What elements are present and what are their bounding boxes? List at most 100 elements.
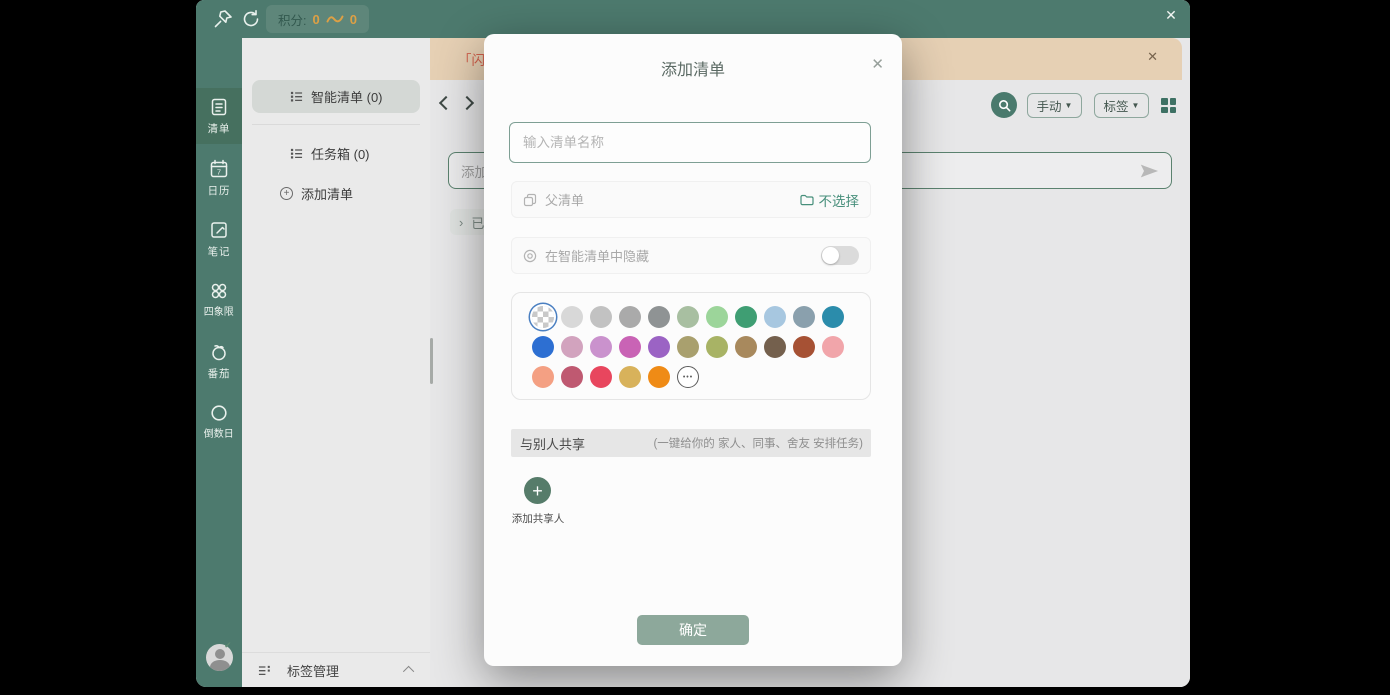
more-colors-button[interactable]: •••: [677, 366, 699, 388]
color-swatch[interactable]: [561, 366, 583, 388]
nav-label: 倒数日: [204, 426, 234, 440]
forward-arrow-button[interactable]: [460, 96, 474, 110]
parent-list-row[interactable]: 父清单 不选择: [511, 181, 871, 218]
confirm-button[interactable]: 确定: [637, 615, 749, 645]
quadrant-icon: [209, 281, 229, 301]
color-swatch[interactable]: [793, 336, 815, 358]
color-swatch[interactable]: [561, 306, 583, 328]
nav-label: 番茄: [208, 365, 231, 380]
folder-icon: [800, 193, 814, 207]
nav-label: 四象限: [204, 304, 234, 318]
color-swatch[interactable]: [793, 306, 815, 328]
sort-mode-label: 手动: [1037, 96, 1062, 115]
back-arrow-button[interactable]: [439, 96, 453, 110]
color-swatch[interactable]: [822, 336, 844, 358]
avatar-check-badge: ✔: [224, 640, 232, 651]
color-swatch[interactable]: [735, 306, 757, 328]
color-swatch[interactable]: [706, 306, 728, 328]
banner-close-button[interactable]: ✕: [1147, 49, 1158, 65]
add-member-button[interactable]: +: [524, 477, 551, 504]
tag-filter-button[interactable]: 标签 ▼: [1094, 93, 1149, 118]
sidebar-item-inbox[interactable]: 任务箱 (0): [252, 137, 420, 170]
sidebar-item-tag-management[interactable]: 标签管理: [242, 652, 430, 687]
trend-icon: [326, 13, 344, 25]
color-swatch[interactable]: [590, 366, 612, 388]
scrollbar-thumb[interactable]: [430, 338, 433, 384]
color-swatch[interactable]: [532, 336, 554, 358]
parent-list-value-text: 不选择: [819, 190, 860, 210]
window-close-button[interactable]: ✕: [1158, 2, 1184, 28]
chevron-down-icon: ▼: [1065, 101, 1073, 110]
search-icon: [997, 98, 1012, 113]
color-swatch[interactable]: [619, 366, 641, 388]
nav-item-calendar[interactable]: 7 日历: [196, 150, 242, 206]
nav-item-pomodoro[interactable]: 番茄: [196, 333, 242, 389]
eye-icon: [523, 249, 537, 263]
color-swatch[interactable]: [764, 306, 786, 328]
screen: 积分: 0 0 ✕ 清单 7 日历: [0, 0, 1390, 695]
smart-list-icon: [290, 90, 303, 103]
color-swatch[interactable]: [619, 336, 641, 358]
collapse-arrow-icon: ›: [459, 215, 463, 230]
color-palette: •••: [511, 292, 871, 400]
points-value: 0: [312, 12, 319, 27]
calendar-icon: 7: [209, 159, 229, 179]
nav-item-quadrant[interactable]: 四象限: [196, 272, 242, 328]
nav-item-notes[interactable]: 笔记: [196, 211, 242, 267]
tag-filter-label: 标签: [1104, 96, 1129, 115]
color-swatch[interactable]: [677, 306, 699, 328]
send-icon[interactable]: [1139, 163, 1159, 179]
parent-list-label: 父清单: [545, 190, 584, 209]
sidebar-item-add-list[interactable]: + 添加清单: [252, 177, 420, 210]
note-icon: [209, 220, 229, 240]
hide-toggle[interactable]: [821, 246, 859, 265]
sidebar-divider: [252, 124, 420, 125]
parent-list-value[interactable]: 不选择: [800, 190, 860, 210]
view-grid-icon[interactable]: [1161, 98, 1176, 113]
list-icon: [209, 97, 229, 117]
copy-icon: [523, 193, 537, 207]
nav-item-countdown[interactable]: 倒数日: [196, 394, 242, 450]
tomato-icon: [209, 342, 229, 362]
share-section-header: 与别人共享 (一键给你的 家人、同事、舍友 安排任务): [511, 429, 871, 457]
dialog-title: 添加清单: [484, 56, 902, 80]
chevron-down-icon: ▼: [1132, 101, 1140, 110]
color-swatch[interactable]: [822, 306, 844, 328]
sidebar-item-label: 添加清单: [301, 184, 353, 203]
color-swatch[interactable]: [648, 366, 670, 388]
color-swatch[interactable]: [764, 336, 786, 358]
color-swatch[interactable]: [735, 336, 757, 358]
sidebar-item-smart-lists[interactable]: 智能清单 (0): [252, 80, 420, 113]
search-button[interactable]: [991, 92, 1017, 118]
plus-circle-icon: +: [280, 187, 293, 200]
sync-icon[interactable]: [240, 8, 262, 30]
color-swatch-transparent[interactable]: [532, 306, 554, 328]
top-bar: 积分: 0 0 ✕: [196, 0, 1190, 38]
add-list-dialog: 添加清单 ✕ 父清单 不选择 在智能清单中隐藏 ••• 与别人共享: [484, 34, 902, 666]
collapsed-group-label: 已: [471, 213, 484, 232]
color-swatch[interactable]: [619, 306, 641, 328]
list-name-input[interactable]: [509, 122, 871, 163]
color-swatch[interactable]: [706, 336, 728, 358]
chevron-up-icon[interactable]: [403, 666, 414, 677]
hide-label: 在智能清单中隐藏: [545, 246, 649, 265]
color-swatch[interactable]: [590, 336, 612, 358]
avatar-head: [215, 649, 225, 659]
color-swatch[interactable]: [677, 336, 699, 358]
pin-window-icon[interactable]: [212, 8, 234, 30]
nav-label: 日历: [208, 182, 231, 197]
color-swatch[interactable]: [648, 336, 670, 358]
color-swatch[interactable]: [590, 306, 612, 328]
tag-management-icon: [258, 664, 271, 677]
nav-item-lists[interactable]: 清单: [196, 88, 242, 144]
svg-text:7: 7: [217, 167, 221, 176]
color-swatch[interactable]: [648, 306, 670, 328]
task-box-icon: [290, 147, 303, 160]
share-hint: (一键给你的 家人、同事、舍友 安排任务): [653, 435, 863, 451]
color-swatch[interactable]: [532, 366, 554, 388]
dialog-close-button[interactable]: ✕: [871, 55, 884, 73]
nav-label: 清单: [208, 120, 231, 135]
points-badge[interactable]: 积分: 0 0: [266, 5, 369, 33]
sort-mode-button[interactable]: 手动 ▼: [1027, 93, 1082, 118]
color-swatch[interactable]: [561, 336, 583, 358]
